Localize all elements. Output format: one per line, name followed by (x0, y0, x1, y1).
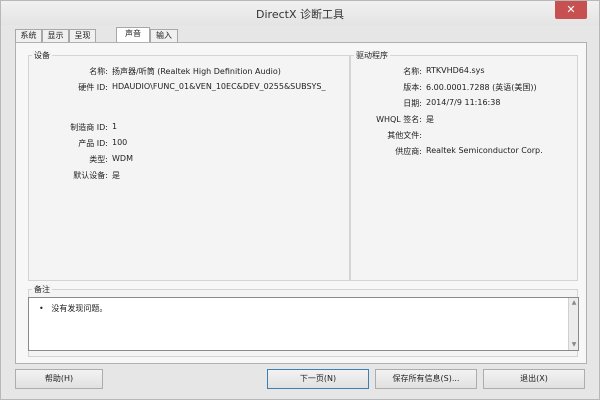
driver-date-value: 2014/7/9 11:16:38 (426, 98, 501, 107)
other-files-label: 其他文件: (387, 131, 422, 140)
type-label: 类型: (89, 155, 108, 164)
driver-group-title: 驱动程序 (354, 50, 390, 61)
scroll-up-icon[interactable]: ▲ (570, 299, 578, 307)
save-all-info-button[interactable]: 保存所有信息(S)... (375, 369, 477, 389)
product-id-label: 产品 ID: (78, 139, 108, 148)
window-title: DirectX 诊断工具 (256, 8, 344, 21)
close-button[interactable]: ✕ (555, 1, 587, 19)
whql-value: 是 (426, 115, 434, 124)
provider-label: 供应商: (395, 147, 422, 156)
device-name-value: 扬声器/听筒 (Realtek High Definition Audio) (112, 67, 281, 76)
driver-date-label: 日期: (403, 99, 422, 108)
notes-group-title: 备注 (32, 284, 52, 295)
device-group-title: 设备 (32, 50, 52, 61)
help-button[interactable]: 帮助(H) (15, 369, 103, 389)
hardware-id-label: 硬件 ID: (78, 83, 108, 92)
scroll-down-icon[interactable]: ▼ (570, 341, 578, 349)
tab-render[interactable]: 呈现 (69, 29, 96, 42)
next-page-button[interactable]: 下一页(N) (267, 369, 369, 389)
product-id-value: 100 (112, 138, 128, 147)
manufacturer-id-label: 制造商 ID: (70, 123, 108, 132)
whql-label: WHQL 签名: (376, 115, 422, 124)
default-device-value: 是 (112, 171, 120, 180)
tab-input[interactable]: 输入 (150, 29, 178, 42)
tab-display[interactable]: 显示 (42, 29, 69, 42)
provider-value: Realtek Semiconductor Corp. (426, 146, 543, 155)
driver-version-value: 6.00.0001.7288 (英语(美国)) (426, 83, 537, 92)
notes-list[interactable]: • 没有发现问题。 ▲ ▼ (28, 297, 579, 351)
manufacturer-id-value: 1 (112, 122, 118, 131)
notes-scrollbar[interactable]: ▲ ▼ (568, 298, 578, 350)
close-icon: ✕ (566, 3, 576, 16)
sound-tab-panel: 设备 名称: 扬声器/听筒 (Realtek High Definition A… (15, 42, 587, 364)
directx-diagnostic-window: DirectX 诊断工具 ✕ 系统 显示 呈现 声音 输入 设备 名称: 扬声器… (0, 0, 600, 400)
exit-button[interactable]: 退出(X) (483, 369, 585, 389)
device-name-label: 名称: (89, 67, 108, 76)
notes-item-text: 没有发现问题。 (51, 304, 108, 313)
type-value: WDM (112, 154, 133, 163)
driver-name-label: 名称: (403, 67, 422, 76)
tab-sound[interactable]: 声音 (116, 27, 150, 42)
tab-system[interactable]: 系统 (15, 29, 42, 42)
notes-item: • 没有发现问题。 (39, 304, 108, 313)
default-device-label: 默认设备: (73, 171, 108, 180)
hardware-id-value: HDAUDIO\FUNC_01&VEN_10EC&DEV_0255&SUBSYS… (112, 82, 326, 91)
driver-name-value: RTKVHD64.sys (426, 66, 485, 75)
driver-version-label: 版本: (403, 83, 422, 92)
title-bar: DirectX 诊断工具 ✕ (1, 1, 599, 25)
